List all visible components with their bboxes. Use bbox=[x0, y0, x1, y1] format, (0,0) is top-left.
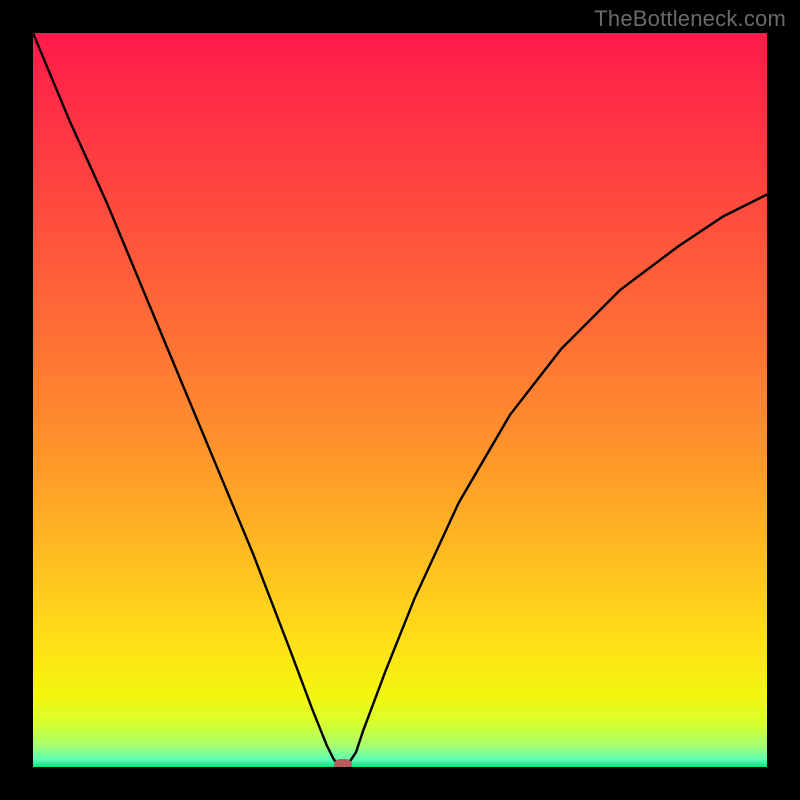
watermark-label: TheBottleneck.com bbox=[594, 6, 786, 32]
optimal-marker bbox=[334, 759, 352, 767]
plot-area bbox=[33, 33, 767, 767]
bottleneck-curve bbox=[33, 33, 767, 767]
chart-frame: TheBottleneck.com bbox=[0, 0, 800, 800]
